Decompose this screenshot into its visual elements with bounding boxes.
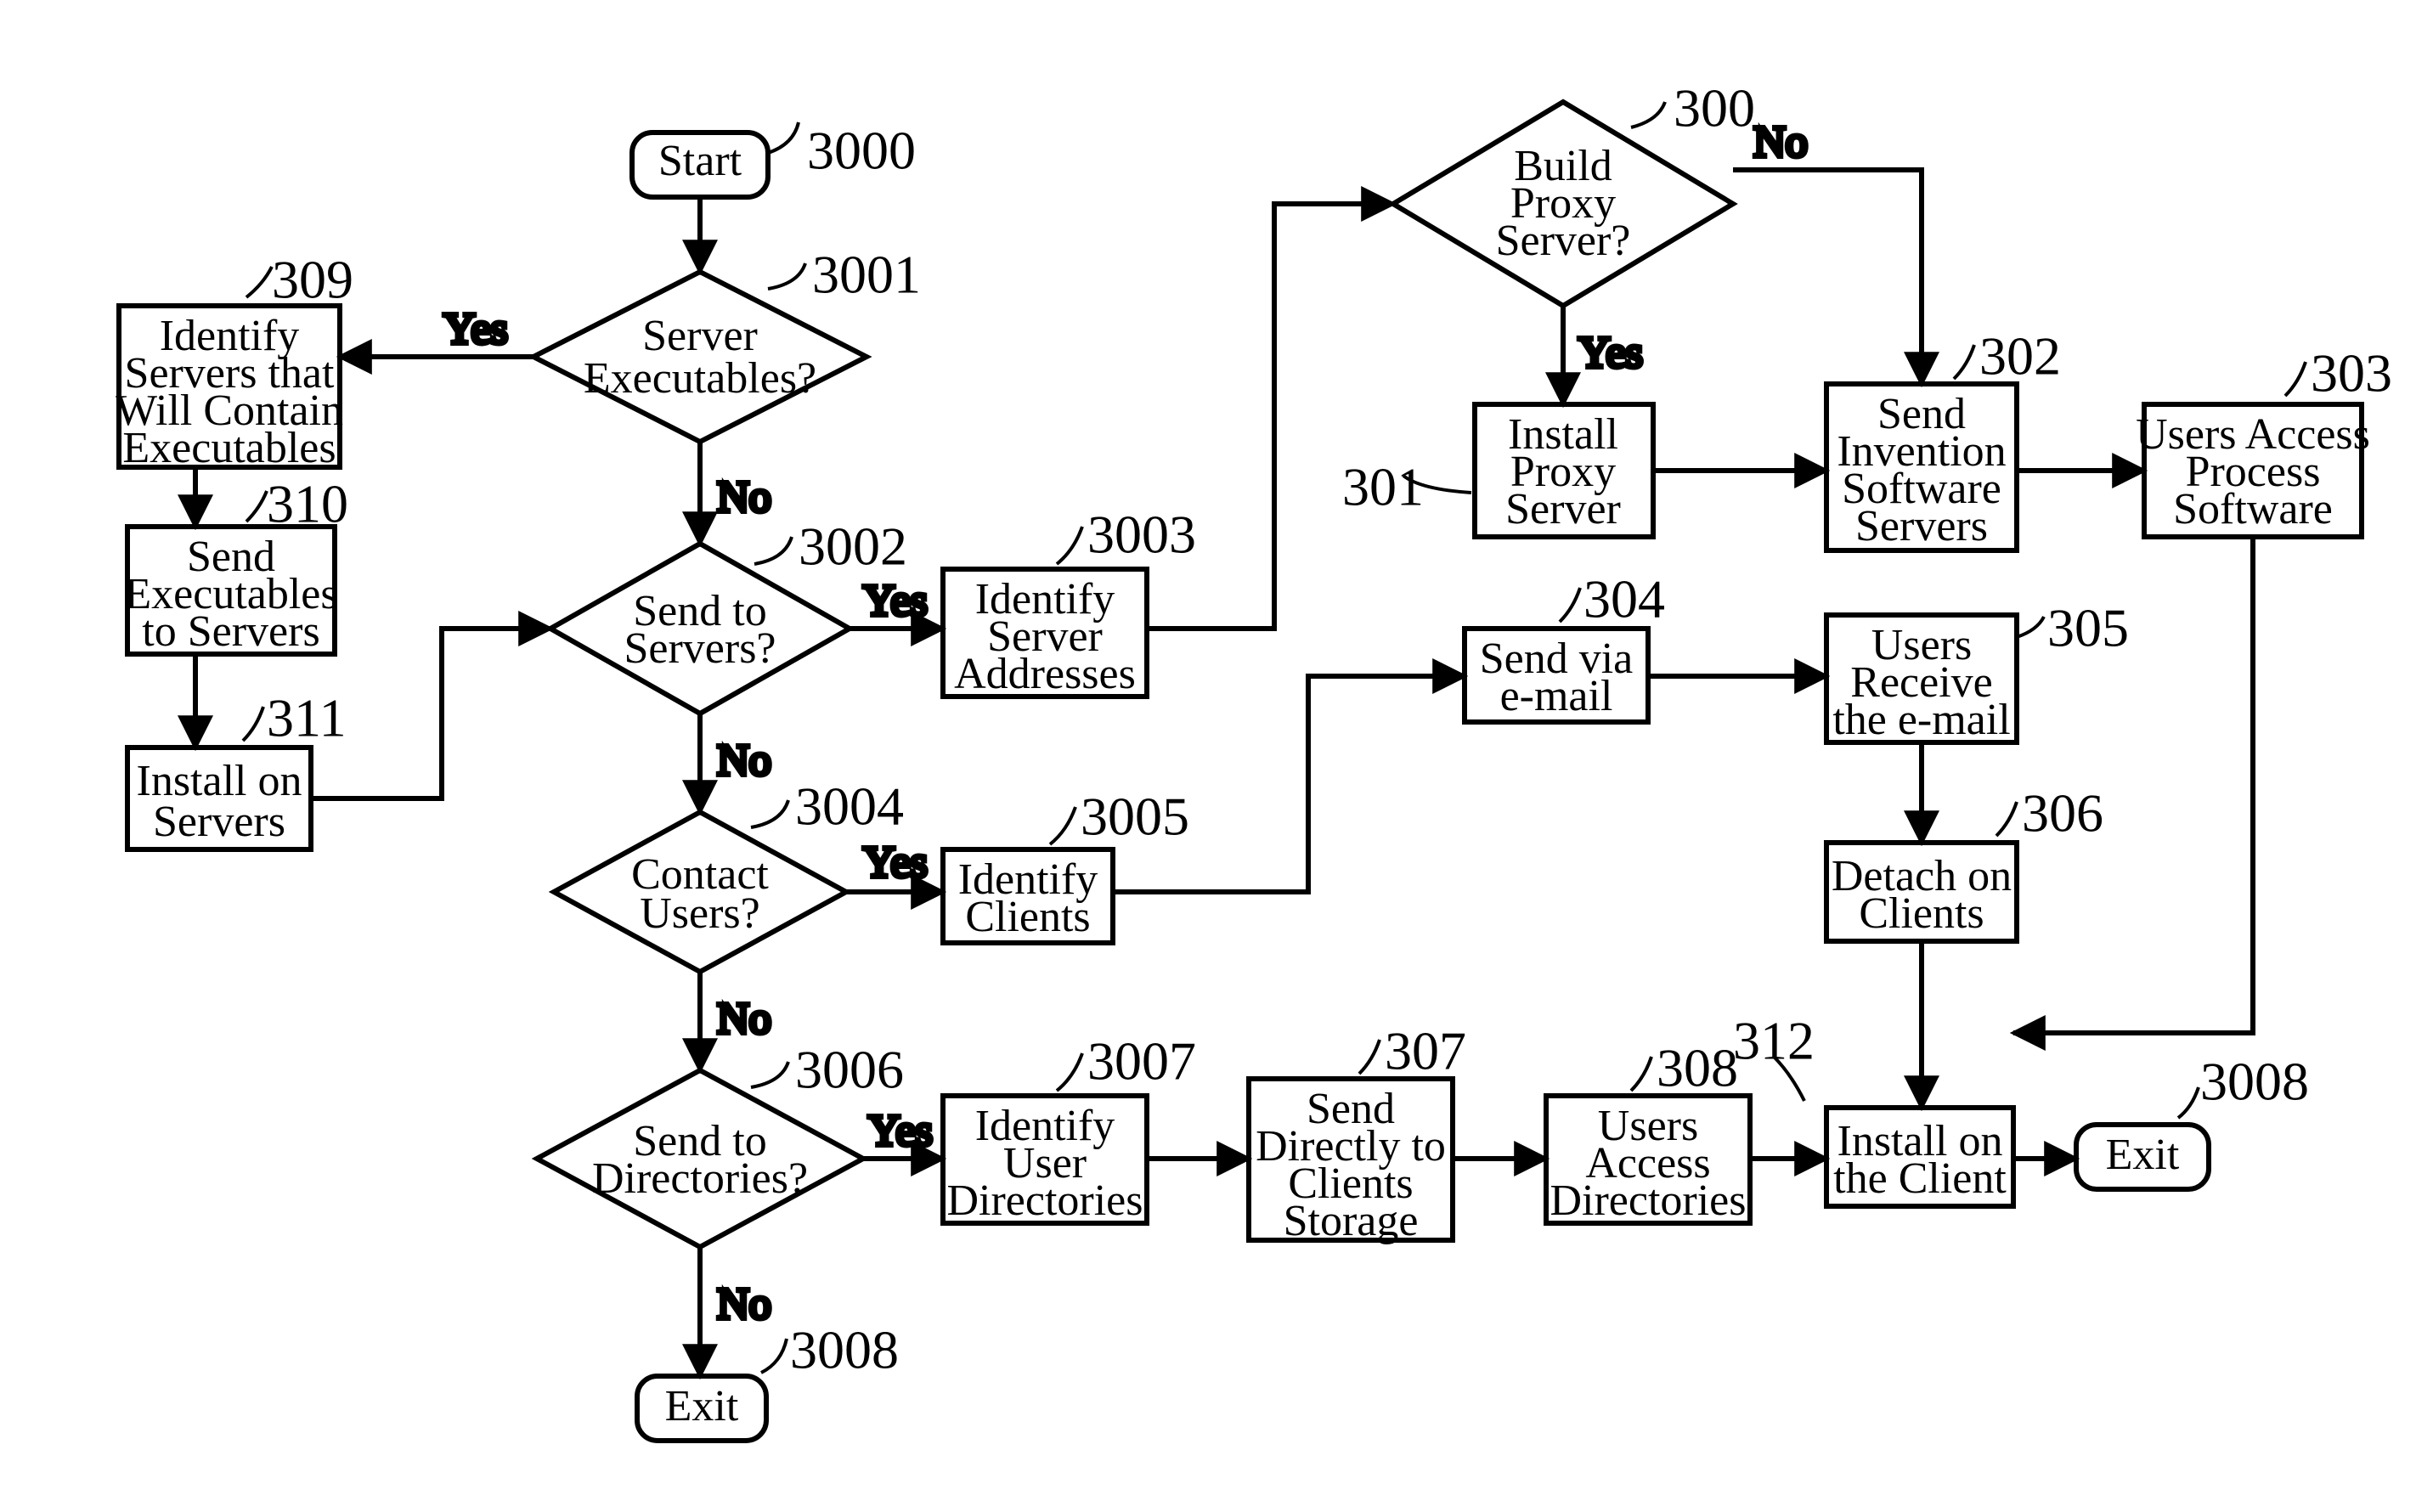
svg-text:Clients: Clients xyxy=(1859,889,1984,938)
svg-text:Storage: Storage xyxy=(1284,1197,1419,1245)
node-install-proxy-server: Install Proxy Server 301 xyxy=(1342,404,1653,537)
ref-307: 307 xyxy=(1385,1021,1466,1081)
svg-text:Server: Server xyxy=(642,312,758,360)
svg-text:Directories: Directories xyxy=(946,1176,1143,1225)
ref-3008a: 3008 xyxy=(790,1320,899,1380)
node-send-directly-clients-storage: Send Directly to Clients Storage 307 xyxy=(1249,1021,1466,1245)
edge-label-no-300: No xyxy=(1753,118,1808,166)
ref-3001: 3001 xyxy=(812,245,921,305)
node-send-to-directories: Send to Directories? 3006 xyxy=(537,1040,904,1247)
node-send-via-email: Send via e-mail 304 xyxy=(1465,569,1665,722)
svg-text:Clients: Clients xyxy=(965,893,1090,941)
svg-text:Directories: Directories xyxy=(1550,1176,1746,1225)
ref-306: 306 xyxy=(2022,783,2103,843)
edge-3003-300 xyxy=(1147,204,1393,629)
node-send-executables: Send Executables to Servers 310 xyxy=(124,474,348,656)
edge-311-3002 xyxy=(311,629,550,798)
node-send-invention-software-servers: Send Invention Software Servers 302 xyxy=(1826,326,2061,550)
svg-text:Server: Server xyxy=(1505,485,1621,533)
edge-label-yes-300: Yes xyxy=(1578,329,1643,377)
node-exit-bottom: Exit 3008 xyxy=(637,1320,899,1441)
svg-text:the Client: the Client xyxy=(1833,1154,2007,1203)
ref-3008b: 3008 xyxy=(2200,1052,2309,1112)
svg-text:Addresses: Addresses xyxy=(954,650,1136,698)
node-contact-users: Contact Users? 3004 xyxy=(554,776,904,972)
node-build-proxy-server: Build Proxy Server? 300 xyxy=(1393,78,1755,306)
svg-text:Exit: Exit xyxy=(2106,1131,2180,1179)
ref-304: 304 xyxy=(1583,569,1665,629)
edge-label-yes-3001: Yes xyxy=(443,305,508,353)
ref-308: 308 xyxy=(1657,1038,1738,1098)
node-detach-on-clients: Detach on Clients 306 xyxy=(1826,783,2103,941)
edge-label-no-3006: No xyxy=(717,1280,771,1329)
node-identify-servers-executables: Identify Servers that Will Contain Execu… xyxy=(116,250,353,472)
ref-3005: 3005 xyxy=(1081,787,1189,847)
label-start: Start xyxy=(658,137,742,185)
ref-305: 305 xyxy=(2047,598,2129,658)
node-install-on-client: Install on the Client 312 xyxy=(1733,1011,2013,1206)
node-server-executables: Server Executables? 3001 xyxy=(533,245,921,442)
flowchart-canvas: Start 3000 Server Executables? 3001 Iden… xyxy=(0,0,2433,1512)
node-exit-right: Exit 3008 xyxy=(2076,1052,2309,1189)
svg-text:e-mail: e-mail xyxy=(1500,672,1613,720)
ref-311: 311 xyxy=(267,688,347,748)
svg-text:Exit: Exit xyxy=(665,1382,739,1430)
node-users-access-directories: Users Access Directories 308 xyxy=(1546,1038,1750,1225)
ref-3002: 3002 xyxy=(799,516,907,577)
edge-label-yes-3006: Yes xyxy=(868,1107,933,1155)
ref-3000: 3000 xyxy=(807,121,916,181)
svg-text:Executables: Executables xyxy=(122,424,336,472)
edge-label-yes-3004: Yes xyxy=(863,838,928,887)
node-start: Start 3000 xyxy=(632,121,916,197)
node-identify-clients: Identify Clients 3005 xyxy=(943,787,1189,943)
edge-label-no-3004: No xyxy=(717,995,771,1043)
edge-label-no-3001: No xyxy=(717,473,771,522)
ref-310: 310 xyxy=(267,474,348,534)
edge-label-yes-3002: Yes xyxy=(863,577,928,625)
svg-text:Software: Software xyxy=(2173,485,2333,533)
node-users-access-process-software: Users Access Process Software 303 xyxy=(2136,343,2392,537)
ref-302: 302 xyxy=(1979,326,2061,386)
svg-text:Servers: Servers xyxy=(153,798,285,846)
ref-312: 312 xyxy=(1733,1011,1815,1071)
svg-text:Executables?: Executables? xyxy=(584,354,816,403)
svg-text:Servers?: Servers? xyxy=(624,624,776,673)
ref-309: 309 xyxy=(272,250,353,310)
ref-3004: 3004 xyxy=(795,776,904,837)
svg-text:Server?: Server? xyxy=(1496,217,1631,265)
svg-text:the e-mail: the e-mail xyxy=(1832,696,2010,744)
node-install-on-servers: Install on Servers 311 xyxy=(127,688,347,849)
edge-300-302 xyxy=(1733,170,1922,384)
edge-3005-304 xyxy=(1113,676,1465,892)
ref-3006: 3006 xyxy=(795,1040,904,1100)
node-identify-server-addresses: Identify Server Addresses 3003 xyxy=(943,505,1196,698)
ref-3003: 3003 xyxy=(1087,505,1196,565)
svg-text:Users?: Users? xyxy=(640,889,760,938)
node-identify-user-directories: Identify User Directories 3007 xyxy=(943,1031,1196,1225)
svg-text:Servers: Servers xyxy=(1855,502,1988,550)
edge-label-no-3002: No xyxy=(717,736,771,785)
svg-text:Directories?: Directories? xyxy=(592,1154,808,1203)
ref-303: 303 xyxy=(2311,343,2392,403)
ref-300: 300 xyxy=(1674,78,1755,138)
ref-3007: 3007 xyxy=(1087,1031,1196,1092)
node-send-to-servers: Send to Servers? 3002 xyxy=(550,516,907,714)
node-users-receive-email: Users Receive the e-mail 305 xyxy=(1826,598,2129,744)
svg-text:to Servers: to Servers xyxy=(142,607,319,656)
ref-301: 301 xyxy=(1342,457,1424,517)
